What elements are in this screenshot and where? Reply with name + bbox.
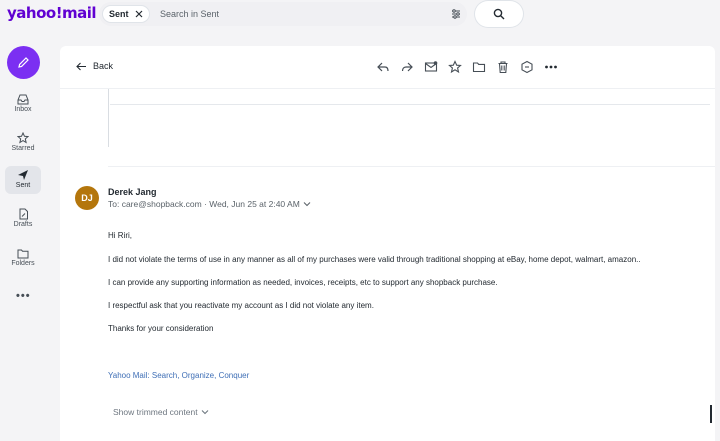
spam-icon[interactable] (520, 60, 534, 74)
star-icon (17, 132, 29, 144)
sidebar-item-starred[interactable]: Starred (5, 129, 41, 157)
close-icon[interactable] (133, 8, 145, 20)
message-separator (108, 166, 715, 167)
scrollbar[interactable] (710, 405, 712, 423)
filter-icon[interactable] (450, 8, 462, 20)
back-label: Back (93, 61, 114, 71)
sender-name[interactable]: Derek Jang (108, 187, 157, 197)
message-toolbar (376, 60, 568, 74)
search-icon (493, 8, 505, 20)
send-icon (18, 170, 28, 180)
sidebar-item-label: Starred (11, 145, 35, 152)
forward-icon[interactable] (400, 60, 414, 74)
draft-icon (19, 208, 28, 220)
more-nav-button[interactable]: ••• (16, 290, 31, 302)
star-icon[interactable] (448, 60, 462, 74)
show-trimmed-label: Show trimmed content (113, 407, 198, 417)
sidebar-item-drafts[interactable]: Drafts (5, 205, 41, 233)
chevron-down-icon (303, 202, 311, 207)
search-button[interactable] (475, 1, 523, 27)
chevron-down-icon (201, 410, 208, 415)
body-closing: Thanks for your consideration (108, 324, 214, 333)
reply-icon[interactable] (376, 60, 390, 74)
inbox-icon (17, 94, 29, 105)
pencil-icon (18, 57, 29, 68)
quote-divider (110, 104, 710, 105)
delete-icon[interactable] (496, 60, 510, 74)
yahoo-mail-logo[interactable]: yahoo!mail (7, 4, 97, 22)
sidebar-item-label: Folders (11, 260, 35, 267)
recipient-date: To: care@shopback.com · Wed, Jun 25 at 2… (108, 199, 300, 209)
sidebar-item-label: Drafts (13, 221, 33, 228)
signature-link[interactable]: Yahoo Mail: Search, Organize, Conquer (108, 371, 249, 380)
sidebar-item-label: Sent (15, 182, 31, 189)
search-scope-chip[interactable]: Sent (102, 5, 150, 23)
search-input[interactable]: Search in Sent (160, 9, 219, 19)
avatar[interactable]: DJ (75, 186, 99, 210)
message-panel: Back DJ Derek Jang To: care@shopback.com… (60, 46, 715, 441)
compose-button[interactable] (7, 46, 40, 79)
sidebar-item-folders[interactable]: Folders (5, 245, 41, 273)
sidebar-item-label: Inbox (14, 106, 32, 113)
body-paragraph: I can provide any supporting information… (108, 278, 498, 287)
more-icon[interactable] (544, 60, 558, 74)
arrow-left-icon (76, 62, 86, 70)
search-bar[interactable]: Sent Search in Sent (99, 2, 467, 26)
body-greeting: Hi Riri, (108, 231, 132, 240)
folder-icon (17, 249, 29, 259)
move-folder-icon[interactable] (472, 60, 486, 74)
search-scope-label: Sent (109, 9, 129, 19)
show-trimmed-button[interactable]: Show trimmed content (113, 407, 209, 417)
back-button[interactable]: Back (76, 61, 113, 71)
top-bar: yahoo!mail Sent Search in Sent (0, 0, 720, 30)
previous-message-collapsed (108, 89, 715, 147)
sidebar-item-sent[interactable]: Sent (5, 166, 41, 194)
body-paragraph: I respectful ask that you reactivate my … (108, 301, 374, 310)
message-meta[interactable]: To: care@shopback.com · Wed, Jun 25 at 2… (108, 199, 311, 209)
body-paragraph: I did not violate the terms of use in an… (108, 255, 641, 264)
sidebar-item-inbox[interactable]: Inbox (5, 91, 41, 119)
mark-unread-icon[interactable] (424, 60, 438, 74)
